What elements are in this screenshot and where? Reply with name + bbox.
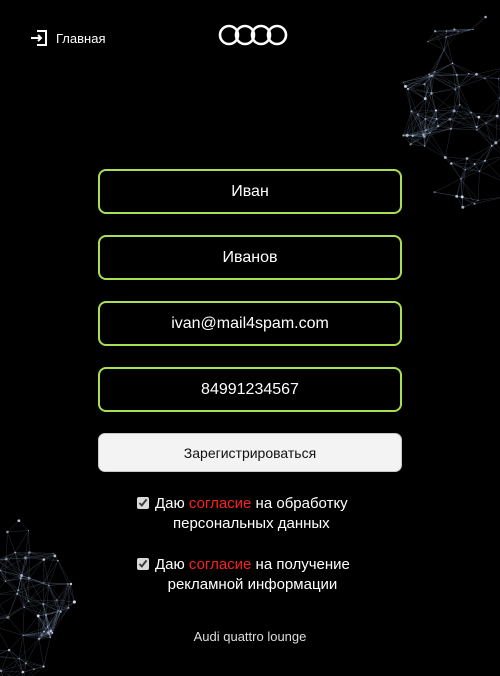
consent-advertising-label: Даю согласие на получение рекламной инфо… <box>155 555 350 595</box>
footer-brand-text: Audi quattro lounge <box>193 629 307 644</box>
audi-rings-logo-icon <box>218 23 288 52</box>
home-link-label: Главная <box>56 30 106 46</box>
consent-personal-data: Даю согласие на обработку персональных д… <box>137 494 348 534</box>
consent-advertising: Даю согласие на получение рекламной инфо… <box>137 555 350 595</box>
consent-prefix: Даю <box>155 556 189 573</box>
phone-input[interactable] <box>98 367 402 412</box>
consent-link[interactable]: согласие <box>189 495 251 512</box>
consent-suffix: на обработку <box>251 495 348 512</box>
last-name-input[interactable] <box>98 235 402 280</box>
consent-second-line: рекламной информации <box>167 576 338 593</box>
consent-personal-data-label: Даю согласие на обработку персональных д… <box>155 494 348 534</box>
register-button[interactable]: Зарегистрироваться <box>98 433 402 472</box>
consent-prefix: Даю <box>155 495 189 512</box>
consent-second-line: персональных данных <box>173 515 330 532</box>
consent-advertising-checkbox[interactable] <box>137 558 149 570</box>
sign-in-icon <box>30 29 48 47</box>
consent-link[interactable]: согласие <box>189 556 251 573</box>
email-input[interactable] <box>98 301 402 346</box>
consent-suffix: на получение <box>251 556 350 573</box>
first-name-input[interactable] <box>98 169 402 214</box>
consent-personal-data-checkbox[interactable] <box>137 497 149 509</box>
home-link[interactable]: Главная <box>30 29 105 47</box>
